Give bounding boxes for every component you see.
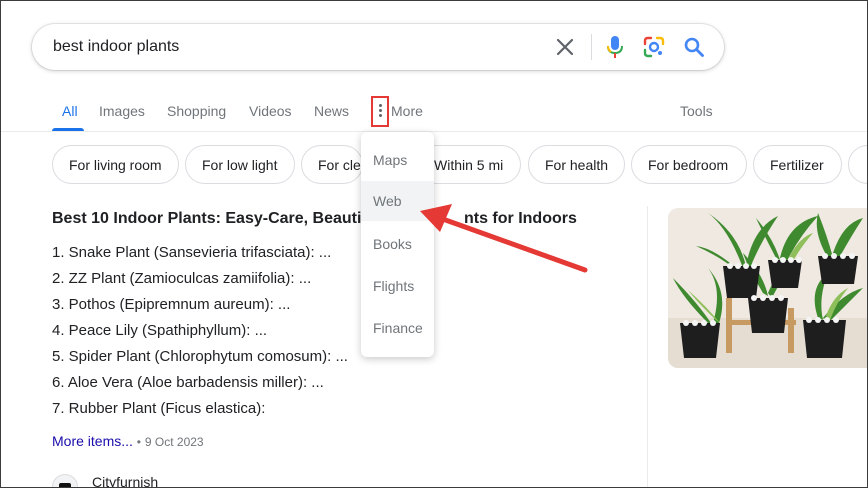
chip-overflow[interactable]	[848, 145, 868, 184]
result-list: 1. Snake Plant (Sansevieria trifasciata)…	[52, 244, 348, 426]
google-lens-icon[interactable]	[643, 36, 665, 58]
tools-button[interactable]: Tools	[680, 103, 713, 119]
list-item: 1. Snake Plant (Sansevieria trifasciata)…	[52, 244, 332, 261]
list-item: 3. Pothos (Epipremnum aureum): ...	[52, 296, 291, 313]
tab-more[interactable]: More	[391, 103, 423, 119]
tabs-border	[0, 131, 868, 132]
menu-item-maps[interactable]: Maps	[361, 140, 434, 180]
chip-bedroom[interactable]: For bedroom	[631, 145, 747, 184]
menu-item-flights[interactable]: Flights	[361, 266, 434, 306]
menu-item-web[interactable]: Web	[361, 181, 434, 221]
list-item: 2. ZZ Plant (Zamioculcas zamiifolia): ..…	[52, 270, 312, 287]
more-items-link[interactable]: More items...	[52, 433, 133, 449]
chip-health[interactable]: For health	[528, 145, 625, 184]
search-divider	[591, 34, 592, 60]
list-item: 7. Rubber Plant (Ficus elastica):	[52, 400, 266, 417]
list-item: 5. Spider Plant (Chlorophytum comosum): …	[52, 348, 348, 365]
plants-thumbnail[interactable]	[668, 208, 868, 368]
chip-low-light[interactable]: For low light	[185, 145, 295, 184]
search-tabs: All Images Shopping Videos News More	[0, 98, 868, 132]
tab-shopping[interactable]: Shopping	[167, 103, 226, 119]
microphone-icon[interactable]	[606, 35, 624, 59]
chip-living-room[interactable]: For living room	[52, 145, 179, 184]
result-date: 9 Oct 2023	[144, 435, 204, 449]
menu-item-books[interactable]: Books	[361, 224, 434, 264]
result-title[interactable]: Best 10 Indoor Plants: Easy-Care, Beauti…	[52, 210, 612, 228]
list-item: 4. Peace Lily (Spathiphyllum): ...	[52, 322, 268, 339]
search-box[interactable]: best indoor plants	[32, 24, 724, 70]
source-favicon	[52, 474, 78, 488]
search-icon[interactable]	[683, 36, 705, 58]
tab-videos[interactable]: Videos	[249, 103, 292, 119]
more-vertical-icon[interactable]	[378, 104, 382, 118]
search-input[interactable]: best indoor plants	[53, 38, 179, 56]
menu-item-finance[interactable]: Finance	[361, 308, 434, 348]
refinement-chips: For living room For low light For cle Wi…	[0, 145, 868, 185]
chip-fertilizer[interactable]: Fertilizer	[753, 145, 842, 184]
clear-icon[interactable]	[554, 36, 576, 58]
list-item: 6. Aloe Vera (Aloe barbadensis miller): …	[52, 374, 324, 391]
tab-images[interactable]: Images	[99, 103, 145, 119]
more-menu: Maps Web Books Flights Finance	[361, 132, 434, 357]
result-source[interactable]: Cityfurnish	[52, 472, 252, 488]
separator-dot: •	[136, 435, 141, 449]
tab-all[interactable]: All	[62, 103, 78, 119]
column-divider	[647, 206, 648, 488]
tab-news[interactable]: News	[314, 103, 349, 119]
source-name[interactable]: Cityfurnish	[92, 474, 158, 488]
chip-cle[interactable]: For cle	[301, 145, 363, 184]
more-items-row: More items... • 9 Oct 2023	[52, 433, 204, 449]
